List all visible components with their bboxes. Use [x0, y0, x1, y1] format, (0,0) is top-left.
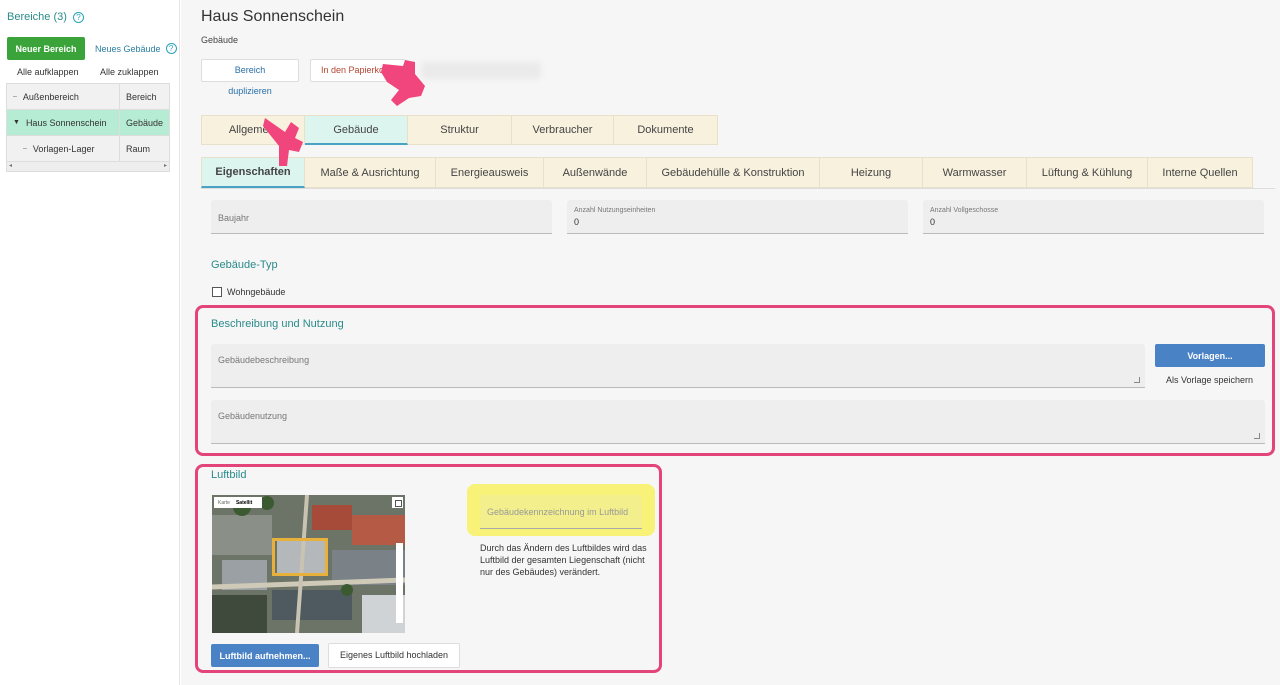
- tree-item-type: Raum: [126, 143, 151, 154]
- sub-tabs: Eigenschaften Maße & Ausrichtung Energie…: [201, 157, 1275, 189]
- save-as-template-link[interactable]: Als Vorlage speichern: [1166, 375, 1253, 385]
- upload-aerial-button[interactable]: Eigenes Luftbild hochladen: [328, 643, 460, 668]
- resize-handle-icon[interactable]: [1134, 377, 1140, 383]
- vollgeschosse-label: Anzahl Vollgeschosse: [930, 207, 999, 214]
- sidebar: Bereiche (3) ? Neuer Bereich Neues Gebäu…: [0, 0, 180, 685]
- blurred-region: [421, 62, 541, 79]
- page-title: Haus Sonnenschein: [201, 8, 345, 25]
- building-marker-box: [272, 538, 328, 576]
- tree-item-name: Vorlagen-Lager: [32, 143, 95, 154]
- expand-all-link[interactable]: Alle aufklappen: [17, 67, 79, 77]
- vorlagen-button[interactable]: Vorlagen...: [1155, 344, 1265, 367]
- luftbild-heading: Luftbild: [211, 469, 247, 481]
- subtab-gebaeudehuelle[interactable]: Gebäudehülle & Konstruktion: [647, 157, 820, 188]
- nutzungseinheiten-field[interactable]: Anzahl Nutzungseinheiten 0: [567, 200, 908, 234]
- subtab-warmwasser[interactable]: Warmwasser: [923, 157, 1027, 188]
- subtab-heizung[interactable]: Heizung: [820, 157, 923, 188]
- subtab-aussenwaende[interactable]: Außenwände: [544, 157, 647, 188]
- dash-icon: –: [23, 145, 27, 152]
- scroll-right-icon[interactable]: ▸: [164, 162, 167, 169]
- building-marking-placeholder: Gebäudekennzeichnung im Luftbild: [487, 507, 629, 517]
- gebaeudenutzung-textarea[interactable]: Gebäudenutzung: [211, 400, 1265, 444]
- tab-gebaeude[interactable]: Gebäude: [305, 115, 408, 145]
- question-circle-icon[interactable]: ?: [165, 43, 177, 54]
- subtab-energieausweis[interactable]: Energieausweis: [436, 157, 544, 188]
- new-area-button[interactable]: Neuer Bereich: [7, 37, 85, 60]
- baujahr-field[interactable]: Baujahr: [211, 200, 552, 234]
- subtab-masse-ausrichtung[interactable]: Maße & Ausrichtung: [305, 157, 436, 188]
- wohngebaeude-checkbox-row[interactable]: Wohngebäude: [212, 287, 285, 297]
- pointing-hand-icon: [263, 118, 303, 166]
- vollgeschosse-value: 0: [930, 217, 936, 227]
- baujahr-label: Baujahr: [218, 213, 250, 223]
- main-content: Haus Sonnenschein Gebäude Bereich dupliz…: [181, 0, 1280, 685]
- tree-horizontal-scrollbar[interactable]: ◂ ▸: [7, 162, 169, 171]
- tree-item-name: Haus Sonnenschein: [25, 117, 107, 128]
- beschreibung-heading: Beschreibung und Nutzung: [211, 318, 344, 330]
- tree-row-vorlagen-lager[interactable]: – Vorlagen-Lager Raum: [7, 136, 169, 162]
- tree-item-name: Außenbereich: [22, 91, 79, 102]
- collapse-all-link[interactable]: Alle zuklappen: [100, 67, 159, 77]
- subtab-lueftung-kuehlung[interactable]: Lüftung & Kühlung: [1027, 157, 1148, 188]
- tree-row-aussenbereich[interactable]: – Außenbereich Bereich: [7, 84, 169, 110]
- map-type-toggle[interactable]: Karte Satellit: [214, 497, 262, 508]
- nutzungseinheiten-label: Anzahl Nutzungseinheiten: [574, 207, 656, 214]
- area-tree: – Außenbereich Bereich ▼ Haus Sonnenschein…: [6, 83, 170, 172]
- question-circle-icon[interactable]: ?: [72, 11, 84, 23]
- gebaeude-typ-heading: Gebäude-Typ: [211, 259, 278, 271]
- new-building-label[interactable]: Neues Gebäude: [95, 44, 161, 54]
- tab-verbraucher[interactable]: Verbraucher: [512, 115, 614, 145]
- capture-aerial-button[interactable]: Luftbild aufnehmen...: [211, 644, 319, 667]
- vollgeschosse-field[interactable]: Anzahl Vollgeschosse 0: [923, 200, 1264, 234]
- wohngebaeude-checkbox[interactable]: [212, 287, 222, 297]
- tree-item-type: Bereich: [126, 91, 157, 102]
- luftbild-info-text: Durch das Ändern des Luftbildes wird das…: [480, 543, 647, 577]
- tree-row-haus-sonnenschein[interactable]: ▼ Haus Sonnenschein Gebäude: [7, 110, 169, 136]
- caret-down-icon[interactable]: ▼: [13, 119, 20, 126]
- building-marking-input[interactable]: Gebäudekennzeichnung im Luftbild: [480, 495, 642, 529]
- tab-struktur[interactable]: Struktur: [408, 115, 512, 145]
- tree-item-type: Gebäude: [126, 117, 164, 128]
- aerial-map[interactable]: Karte Satellit: [212, 495, 405, 633]
- nutzungseinheiten-value: 0: [574, 217, 580, 227]
- resize-handle-icon[interactable]: [1254, 433, 1260, 439]
- map-tab-karte[interactable]: Karte: [218, 500, 230, 506]
- tab-dokumente[interactable]: Dokumente: [614, 115, 718, 145]
- map-tab-satellit[interactable]: Satellit: [236, 500, 252, 506]
- new-building-link[interactable]: Neues Gebäude ?: [95, 43, 177, 54]
- gebaeudebeschreibung-textarea[interactable]: Gebäudebeschreibung: [211, 344, 1145, 388]
- scroll-left-icon[interactable]: ◂: [9, 162, 12, 169]
- pointing-hand-icon: [381, 60, 425, 106]
- gebaeudebeschreibung-label: Gebäudebeschreibung: [218, 355, 310, 365]
- sidebar-title: Bereiche (3) ?: [7, 11, 84, 23]
- subtab-interne-quellen[interactable]: Interne Quellen: [1148, 157, 1253, 188]
- dash-icon: –: [13, 93, 17, 100]
- sidebar-title-text: Bereiche (3): [7, 11, 67, 23]
- wohngebaeude-label[interactable]: Wohngebäude: [227, 287, 285, 297]
- duplicate-area-button[interactable]: Bereich duplizieren: [201, 59, 299, 96]
- page-subtitle: Gebäude: [201, 35, 239, 45]
- map-zoom-control[interactable]: [396, 543, 403, 623]
- fullscreen-icon[interactable]: [392, 497, 403, 508]
- gebaeudenutzung-label: Gebäudenutzung: [218, 411, 288, 421]
